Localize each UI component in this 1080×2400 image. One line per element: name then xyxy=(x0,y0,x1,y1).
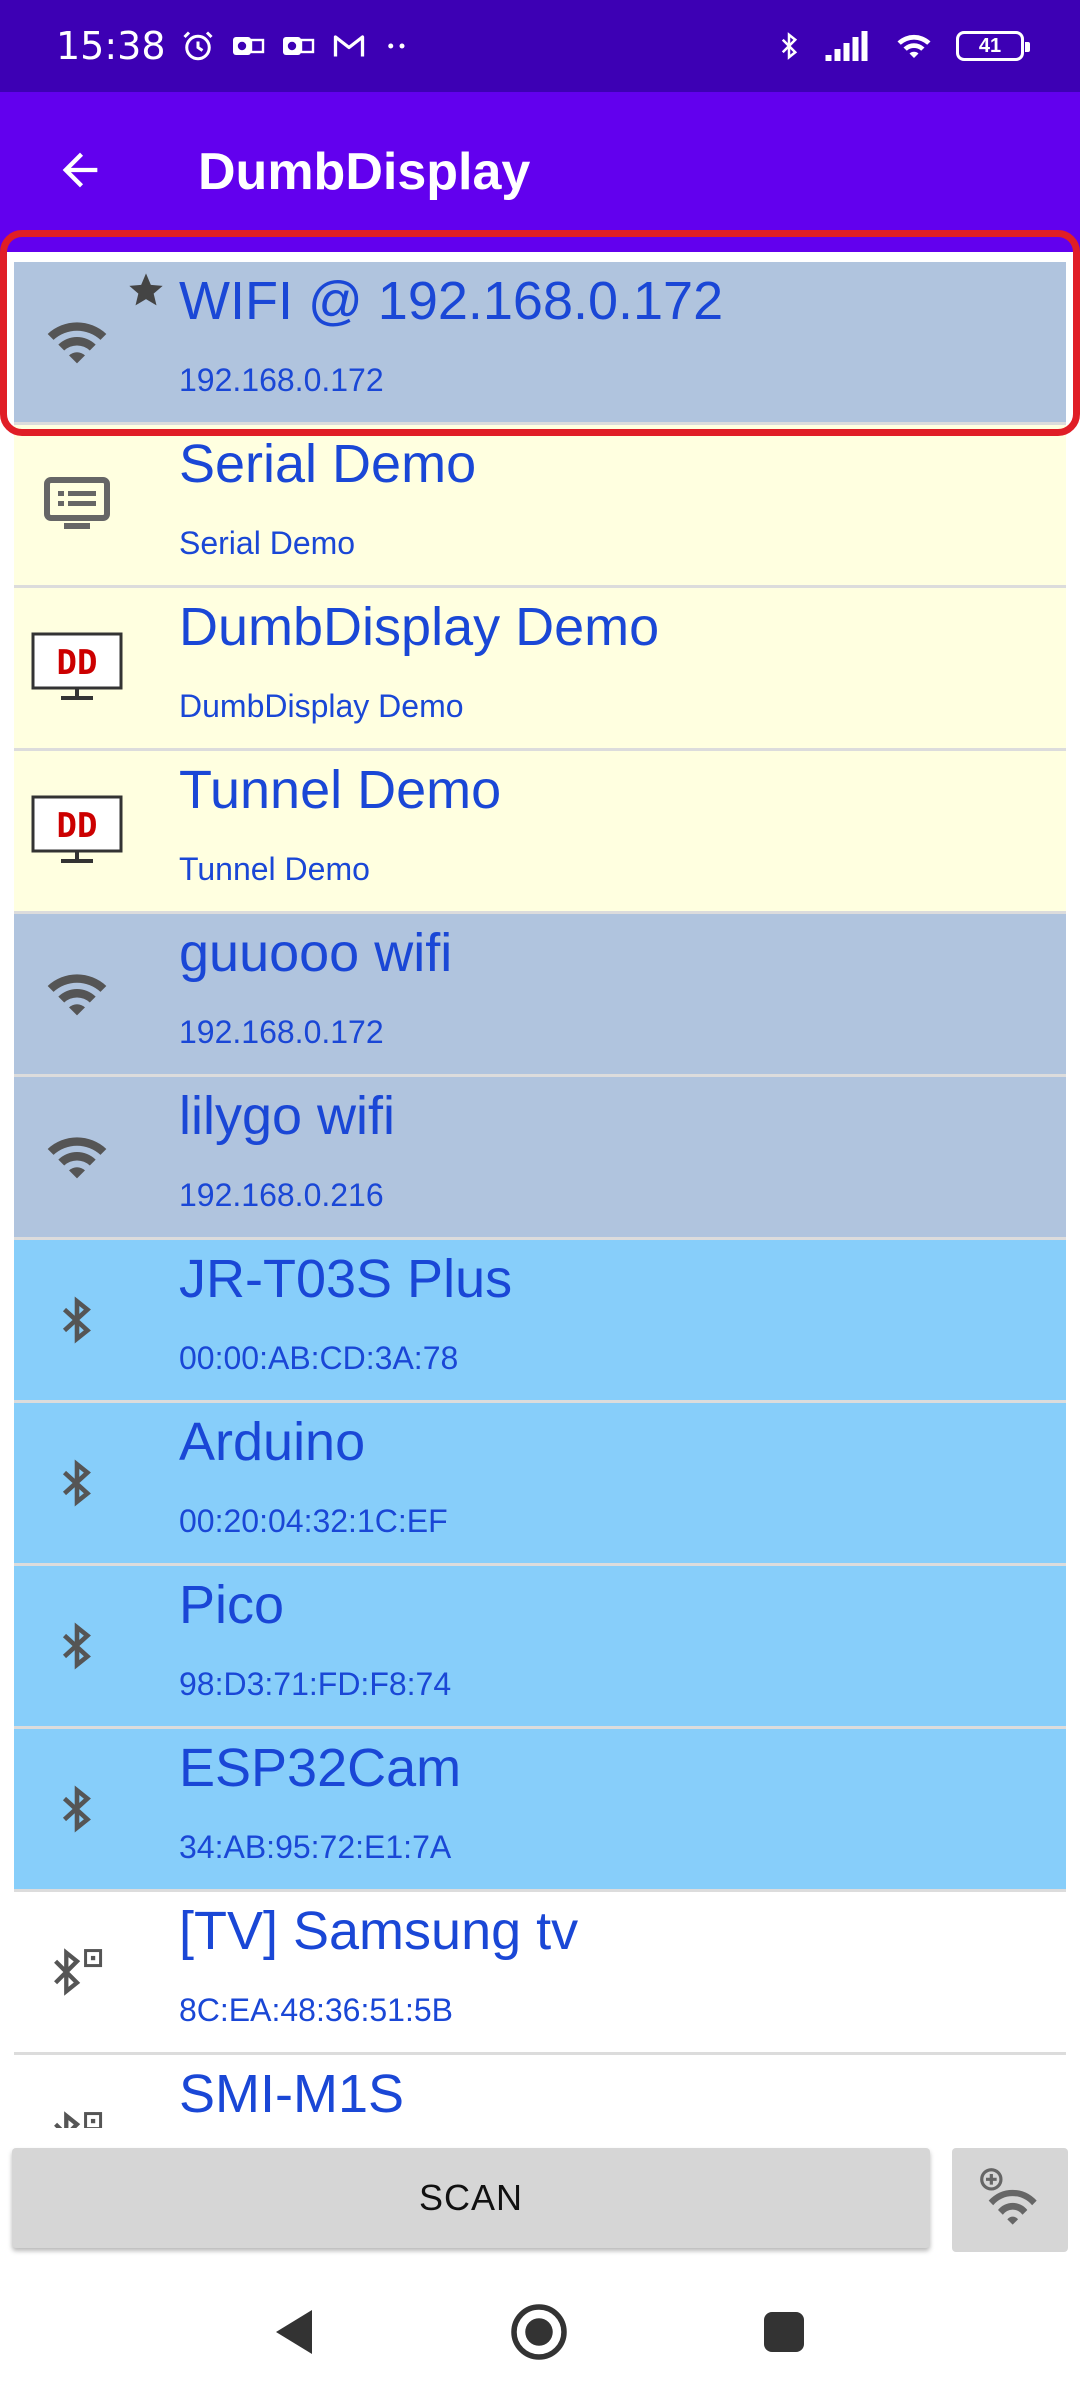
device-subtitle: Serial Demo xyxy=(179,525,356,561)
device-subtitle: DumbDisplay Demo xyxy=(179,688,464,724)
device-row-samsung-tv[interactable]: [TV] Samsung tv 8C:EA:48:36:51:5B xyxy=(14,1892,1066,2052)
bottom-bar: SCAN xyxy=(0,2128,1080,2268)
add-wifi-icon xyxy=(978,2166,1042,2235)
outlook-icon xyxy=(280,28,316,64)
device-subtitle: 34:AB:95:72:E1:7A xyxy=(179,1829,452,1865)
device-title: Tunnel Demo xyxy=(179,760,502,820)
star-icon xyxy=(126,270,166,315)
device-subtitle: 00:00:AB:CD:3A:78 xyxy=(179,1340,459,1376)
dumbdisplay-monitor-icon: DD xyxy=(14,751,140,911)
nav-home-icon xyxy=(509,2302,569,2367)
wifi-icon xyxy=(14,262,140,422)
nav-bar xyxy=(0,2268,1080,2400)
wifi-icon xyxy=(892,28,936,64)
device-subtitle: 8C:EA:48:36:51:5B xyxy=(179,1992,453,2028)
dd-logo-text: DD xyxy=(57,806,98,846)
status-bar: 15:38 41 xyxy=(0,0,1080,92)
device-subtitle: 192.168.0.172 xyxy=(179,362,384,398)
arrow-back-icon xyxy=(54,144,106,201)
device-subtitle: 192.168.0.172 xyxy=(179,1014,384,1050)
nav-home-button[interactable] xyxy=(507,2302,571,2366)
alarm-icon xyxy=(180,28,216,64)
signal-icon xyxy=(824,28,872,64)
wifi-icon xyxy=(14,1077,140,1237)
device-row-guuooo-wifi[interactable]: guuooo wifi 192.168.0.172 xyxy=(14,914,1066,1074)
device-row-serial-demo[interactable]: Serial Demo Serial Demo xyxy=(14,425,1066,585)
more-dots-icon xyxy=(382,28,412,64)
device-title: Serial Demo xyxy=(179,434,477,494)
device-title: ESP32Cam xyxy=(179,1738,462,1798)
battery-icon: 41 xyxy=(956,31,1030,61)
device-row-tunnel-demo[interactable]: DD Tunnel Demo Tunnel Demo xyxy=(14,751,1066,911)
outlook-icon xyxy=(230,28,266,64)
device-row-smi-m1s[interactable]: SMI-M1S xyxy=(14,2055,1066,2128)
back-button[interactable] xyxy=(0,92,160,252)
device-row-jr-t03s-plus[interactable]: JR-T03S Plus 00:00:AB:CD:3A:78 xyxy=(14,1240,1066,1400)
device-title: JR-T03S Plus xyxy=(179,1249,513,1309)
device-subtitle: 192.168.0.216 xyxy=(179,1177,384,1213)
dd-logo-text: DD xyxy=(57,643,98,683)
bluetooth-le-icon xyxy=(14,2055,140,2128)
bluetooth-icon xyxy=(774,27,804,65)
device-row-esp32cam[interactable]: ESP32Cam 34:AB:95:72:E1:7A xyxy=(14,1729,1066,1889)
device-row-pico[interactable]: Pico 98:D3:71:FD:F8:74 xyxy=(14,1566,1066,1726)
bluetooth-icon xyxy=(14,1729,140,1889)
bluetooth-icon xyxy=(14,1403,140,1563)
bluetooth-icon xyxy=(14,1240,140,1400)
status-left: 15:38 xyxy=(56,24,412,68)
device-title: Arduino xyxy=(179,1412,366,1472)
device-title: lilygo wifi xyxy=(179,1086,396,1146)
device-title: WIFI @ 192.168.0.172 xyxy=(179,271,724,331)
device-title: [TV] Samsung tv xyxy=(179,1901,579,1961)
status-time: 15:38 xyxy=(56,24,166,68)
device-title: SMI-M1S xyxy=(179,2064,405,2124)
dumbdisplay-monitor-icon: DD xyxy=(14,588,140,748)
device-subtitle: Tunnel Demo xyxy=(179,851,370,887)
device-subtitle: 98:D3:71:FD:F8:74 xyxy=(179,1666,452,1702)
device-row-dumbdisplay-demo[interactable]: DD DumbDisplay Demo DumbDisplay Demo xyxy=(14,588,1066,748)
device-row-wifi-172[interactable]: WIFI @ 192.168.0.172 192.168.0.172 xyxy=(14,262,1066,422)
device-title: Pico xyxy=(179,1575,285,1635)
gmail-icon xyxy=(330,28,368,64)
device-row-arduino[interactable]: Arduino 00:20:04:32:1C:EF xyxy=(14,1403,1066,1563)
wifi-icon xyxy=(14,914,140,1074)
device-title: DumbDisplay Demo xyxy=(179,597,660,657)
status-right: 41 xyxy=(774,27,1030,65)
device-row-lilygo-wifi[interactable]: lilygo wifi 192.168.0.216 xyxy=(14,1077,1066,1237)
device-subtitle: 00:20:04:32:1C:EF xyxy=(179,1503,448,1539)
device-list[interactable]: WIFI @ 192.168.0.172 192.168.0.172 Seria… xyxy=(0,252,1080,2128)
nav-back-icon xyxy=(270,2306,318,2363)
app-title: DumbDisplay xyxy=(198,143,531,201)
bluetooth-icon xyxy=(14,1566,140,1726)
nav-recents-icon xyxy=(760,2308,808,2361)
battery-level: 41 xyxy=(978,34,1002,57)
device-title: guuooo wifi xyxy=(179,923,453,983)
app-bar: DumbDisplay xyxy=(0,92,1080,252)
nav-back-button[interactable] xyxy=(262,2302,326,2366)
scan-button[interactable]: SCAN xyxy=(12,2148,930,2248)
bluetooth-le-icon xyxy=(14,1892,140,2052)
nav-recents-button[interactable] xyxy=(752,2302,816,2366)
serial-display-icon xyxy=(14,425,140,585)
add-wifi-button[interactable] xyxy=(952,2148,1068,2252)
